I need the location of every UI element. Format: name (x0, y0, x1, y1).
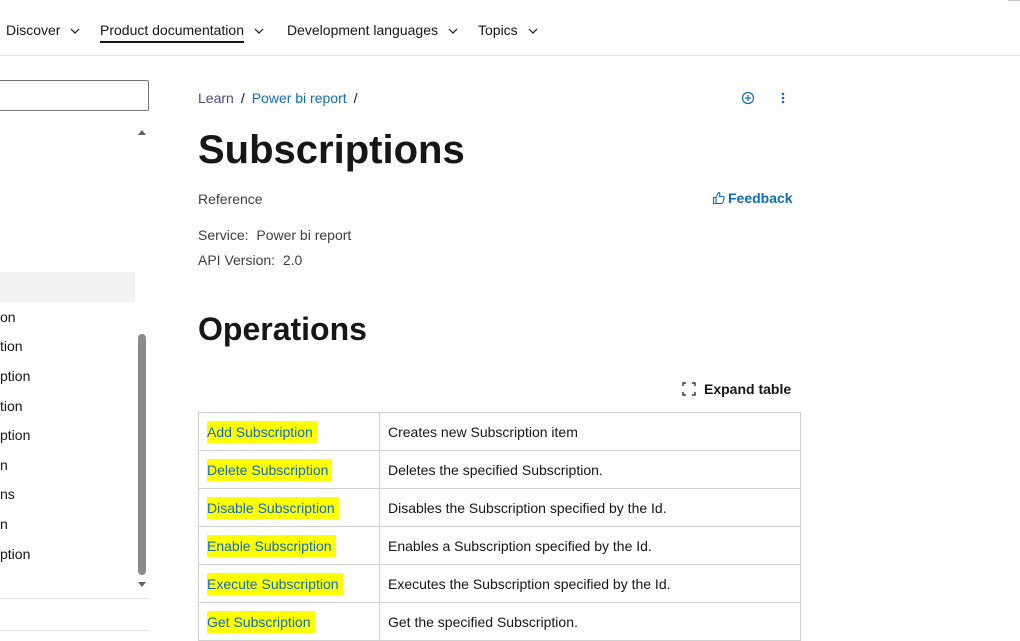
chevron-down-icon (448, 28, 458, 35)
sidebar-item[interactable]: ption (0, 366, 134, 386)
disable-subscription-link[interactable]: Disable Subscription (207, 496, 339, 519)
top-nav: Discover Product documentation Developme… (0, 0, 1020, 56)
feedback-label: Feedback (728, 190, 793, 206)
sidebar-item[interactable]: ption (0, 425, 134, 445)
sidebar-selected-item[interactable] (0, 272, 135, 302)
nav-product-documentation[interactable]: Product documentation (100, 20, 264, 43)
expand-table-label: Expand table (704, 381, 792, 397)
nav-edge-line (1008, 0, 1020, 1)
breadcrumb-separator: / (353, 90, 358, 106)
sidebar-filter-input[interactable] (0, 80, 149, 111)
operation-name-cell: Disable Subscription (198, 488, 380, 527)
operations-heading: Operations (198, 311, 367, 347)
operations-table: Add Subscription Creates new Subscriptio… (198, 412, 801, 641)
enable-subscription-link[interactable]: Enable Subscription (207, 534, 336, 557)
scroll-up-arrow-icon[interactable] (136, 127, 148, 137)
nav-discover-label: Discover (6, 22, 61, 38)
scroll-down-arrow-icon[interactable] (136, 580, 148, 590)
operation-name-cell: Delete Subscription (198, 450, 380, 489)
operation-description: Deletes the specified Subscription. (379, 450, 801, 489)
table-row: Execute Subscription Executes the Subscr… (198, 564, 801, 603)
page-title: Subscriptions (198, 128, 465, 172)
nav-topics-label: Topics (478, 22, 518, 38)
operation-description: Enables a Subscription specified by the … (379, 526, 801, 565)
sidebar-item[interactable]: tion (0, 336, 134, 356)
page-type: Reference (198, 191, 263, 207)
operation-name-cell: Add Subscription (198, 412, 380, 451)
sidebar-item[interactable]: n (0, 514, 134, 534)
more-options-icon[interactable] (777, 88, 789, 108)
breadcrumb-learn[interactable]: Learn (198, 90, 234, 106)
operation-description: Executes the Subscription specified by t… (379, 564, 801, 603)
table-row: Delete Subscription Deletes the specifie… (198, 450, 801, 489)
service-value: Power bi report (256, 227, 352, 243)
get-subscription-link[interactable]: Get Subscription (207, 610, 315, 633)
api-version-value: 2.0 (282, 252, 303, 268)
breadcrumb-separator: / (240, 90, 245, 106)
sidebar-item[interactable]: on (0, 307, 134, 327)
sidebar-item[interactable]: ns (0, 484, 134, 504)
sidebar-item[interactable]: n (0, 455, 134, 475)
service-info: Service: Power bi report (198, 226, 351, 244)
table-row: Disable Subscription Disables the Subscr… (198, 488, 801, 527)
api-version-label: API Version: (198, 252, 276, 268)
table-row: Get Subscription Get the specified Subsc… (198, 602, 801, 641)
breadcrumb-power-bi-report[interactable]: Power bi report (252, 90, 347, 106)
operation-description: Get the specified Subscription. (379, 602, 801, 641)
breadcrumb: Learn / Power bi report / (198, 88, 365, 108)
api-version-info: API Version: 2.0 (198, 251, 302, 269)
add-to-collection-icon[interactable] (740, 88, 756, 108)
sidebar-divider (0, 630, 150, 631)
expand-icon (682, 382, 696, 396)
chevron-down-icon (254, 28, 264, 35)
nav-product-documentation-label: Product documentation (100, 22, 244, 43)
thumbs-up-icon (712, 191, 725, 205)
operation-name-cell: Enable Subscription (198, 526, 380, 565)
nav-development-languages[interactable]: Development languages (287, 20, 458, 40)
table-row: Enable Subscription Enables a Subscripti… (198, 526, 801, 565)
feedback-button[interactable]: Feedback (712, 189, 793, 207)
chevron-down-icon (70, 28, 80, 35)
nav-development-languages-label: Development languages (287, 22, 438, 38)
table-row: Add Subscription Creates new Subscriptio… (198, 412, 801, 451)
service-label: Service: (198, 227, 249, 243)
sidebar-divider (0, 598, 150, 599)
nav-discover[interactable]: Discover (6, 20, 80, 40)
operation-description: Creates new Subscription item (379, 412, 801, 451)
operation-description: Disables the Subscription specified by t… (379, 488, 801, 527)
add-subscription-link[interactable]: Add Subscription (207, 420, 317, 443)
sidebar-item[interactable]: ption (0, 544, 134, 564)
nav-topics[interactable]: Topics (478, 20, 538, 40)
delete-subscription-link[interactable]: Delete Subscription (207, 458, 333, 481)
chevron-down-icon (528, 28, 538, 35)
sidebar-scrollbar-thumb[interactable] (138, 334, 146, 575)
operation-name-cell: Execute Subscription (198, 564, 380, 603)
sidebar-item[interactable]: tion (0, 396, 134, 416)
operation-name-cell: Get Subscription (198, 602, 380, 641)
expand-table-button[interactable]: Expand table (682, 380, 791, 398)
execute-subscription-link[interactable]: Execute Subscription (207, 572, 343, 595)
